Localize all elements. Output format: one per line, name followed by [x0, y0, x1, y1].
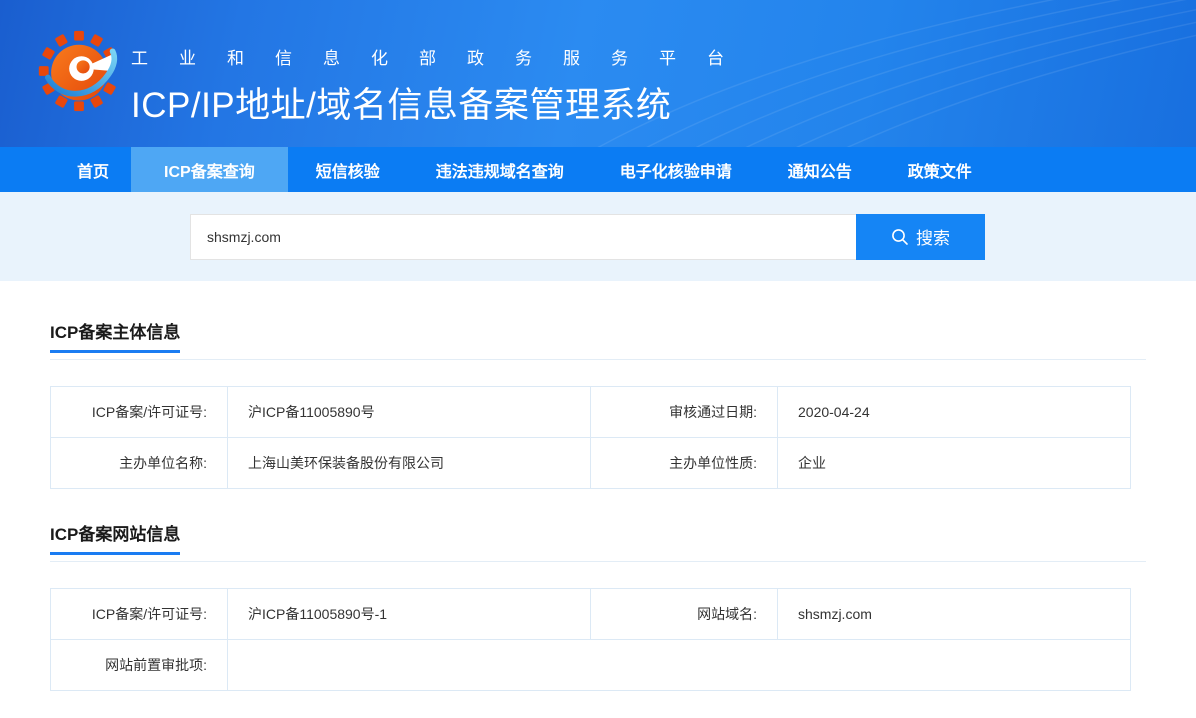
magnifier-icon — [891, 228, 909, 246]
search-button[interactable]: 搜索 — [856, 214, 985, 260]
field-label: 主办单位名称: — [51, 438, 228, 489]
nav-item-icp-query[interactable]: ICP备案查询 — [131, 147, 288, 192]
field-value: 2020-04-24 — [778, 387, 1131, 438]
nav-item-illegal-domain-query[interactable]: 违法违规域名查询 — [408, 147, 592, 192]
search-input[interactable] — [190, 214, 856, 260]
table-row: ICP备案/许可证号: 沪ICP备11005890号 审核通过日期: 2020-… — [51, 387, 1131, 438]
website-section-head: ICP备案网站信息 — [50, 520, 1146, 562]
table-row: 主办单位名称: 上海山美环保装备股份有限公司 主办单位性质: 企业 — [51, 438, 1131, 489]
platform-title: 工业和信息化部政务服务平台 — [131, 44, 755, 69]
field-value: 沪ICP备11005890号-1 — [228, 589, 591, 640]
nav-item-e-verify-apply[interactable]: 电子化核验申请 — [592, 147, 760, 192]
field-value — [228, 640, 1131, 691]
field-value: 企业 — [778, 438, 1131, 489]
subject-section-head: ICP备案主体信息 — [50, 318, 1146, 360]
field-label: ICP备案/许可证号: — [51, 387, 228, 438]
field-label: 审核通过日期: — [591, 387, 778, 438]
field-label: ICP备案/许可证号: — [51, 589, 228, 640]
system-title: ICP/IP地址/域名信息备案管理系统 — [131, 77, 755, 128]
field-label: 主办单位性质: — [591, 438, 778, 489]
header-banner: 工业和信息化部政务服务平台 ICP/IP地址/域名信息备案管理系统 — [0, 0, 1196, 147]
field-value: shsmzj.com — [778, 589, 1131, 640]
website-info-table: ICP备案/许可证号: 沪ICP备11005890号-1 网站域名: shsmz… — [50, 588, 1131, 691]
subject-info-table: ICP备案/许可证号: 沪ICP备11005890号 审核通过日期: 2020-… — [50, 386, 1131, 489]
field-label: 网站前置审批项: — [51, 640, 228, 691]
table-row: ICP备案/许可证号: 沪ICP备11005890号-1 网站域名: shsmz… — [51, 589, 1131, 640]
main-nav: 首页 ICP备案查询 短信核验 违法违规域名查询 电子化核验申请 通知公告 政策… — [0, 147, 1196, 192]
nav-item-notices[interactable]: 通知公告 — [760, 147, 880, 192]
field-value: 沪ICP备11005890号 — [228, 387, 591, 438]
subject-section-title: ICP备案主体信息 — [50, 318, 180, 353]
nav-item-policy-files[interactable]: 政策文件 — [880, 147, 1000, 192]
field-value: 上海山美环保装备股份有限公司 — [228, 438, 591, 489]
search-button-label: 搜索 — [916, 224, 950, 249]
nav-item-home[interactable]: 首页 — [55, 147, 131, 192]
search-section: 搜索 — [0, 192, 1196, 281]
miit-gear-e-logo-icon — [38, 30, 120, 112]
website-section-title: ICP备案网站信息 — [50, 520, 180, 555]
table-row: 网站前置审批项: — [51, 640, 1131, 691]
field-label: 网站域名: — [591, 589, 778, 640]
nav-item-sms-verify[interactable]: 短信核验 — [288, 147, 408, 192]
